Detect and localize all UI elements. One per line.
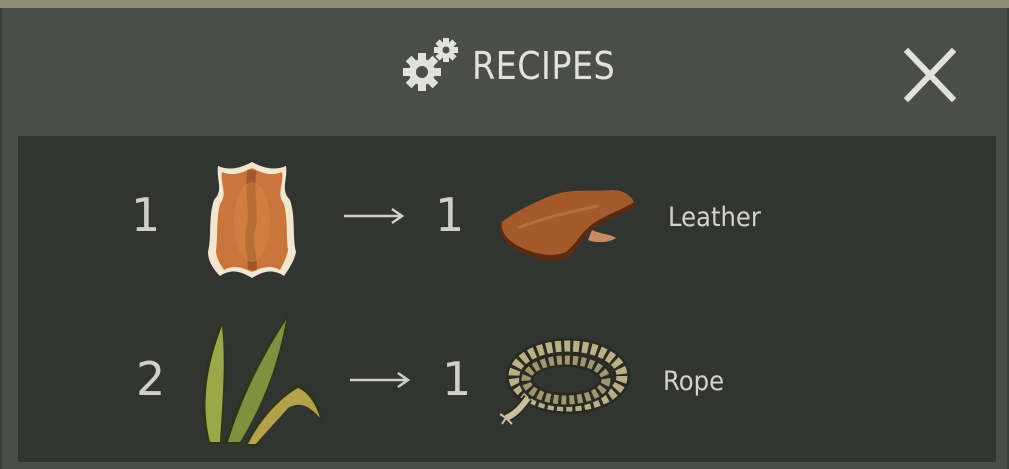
top-border <box>0 0 1009 8</box>
arrow-right-icon <box>350 371 411 389</box>
input-quantity: 1 <box>131 188 161 242</box>
window-header: RECIPES <box>2 30 1009 116</box>
recipe-row[interactable]: 2 1 Rope <box>18 308 996 458</box>
output-quantity: 1 <box>442 352 472 406</box>
output-quantity: 1 <box>435 188 465 242</box>
recipes-window: RECIPES 1 1 Leather 2 1 Rope <box>0 8 1009 469</box>
recipe-row[interactable]: 1 1 Leather <box>18 144 996 294</box>
output-name: Rope <box>663 366 725 397</box>
plant-fiber-icon <box>202 314 324 448</box>
leather-icon <box>499 190 636 261</box>
gears-icon <box>403 38 458 91</box>
rope-icon <box>499 338 630 425</box>
title-group: RECIPES <box>400 36 635 96</box>
window-title: RECIPES <box>472 44 616 88</box>
animal-hide-icon <box>208 162 296 278</box>
output-name: Leather <box>668 202 761 233</box>
close-button[interactable] <box>900 46 960 104</box>
close-icon <box>903 47 957 103</box>
arrow-right-icon <box>344 207 405 225</box>
recipes-list: 1 1 Leather 2 1 Rope <box>18 136 996 462</box>
input-quantity: 2 <box>136 352 166 406</box>
